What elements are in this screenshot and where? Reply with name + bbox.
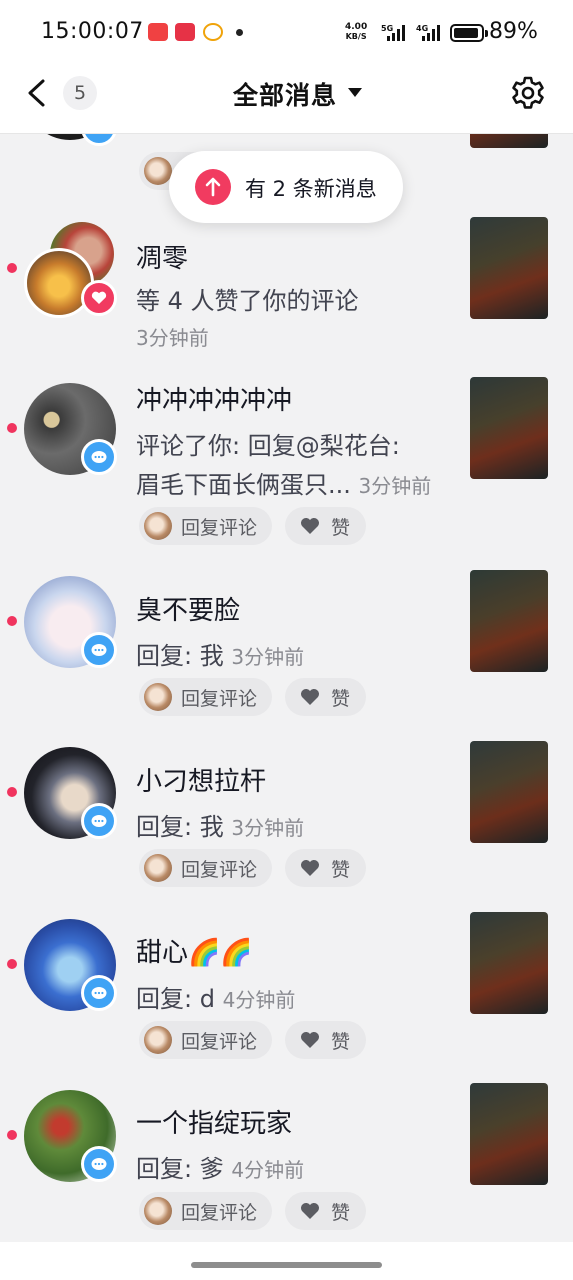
comment-badge-icon (81, 975, 117, 1011)
unread-dot (7, 787, 17, 797)
message-sender[interactable]: 凋零 (136, 238, 188, 275)
my-avatar-icon (144, 512, 172, 540)
video-thumbnail[interactable] (470, 741, 548, 843)
unread-count-badge: 5 (63, 76, 97, 110)
message-content: 回复: 我 3分钟前 (136, 642, 305, 670)
my-avatar-icon (144, 1026, 172, 1054)
battery-percent: 89% (489, 19, 538, 44)
weibo-app-icon (203, 23, 223, 41)
video-thumbnail[interactable] (470, 1083, 548, 1185)
unread-dot (7, 616, 17, 626)
comment-badge-icon (81, 1146, 117, 1182)
reply-comment-button[interactable]: 回复评论 (139, 1021, 272, 1059)
video-thumbnail[interactable] (470, 134, 548, 148)
svg-text:5G: 5G (381, 24, 393, 33)
message-content: 等 4 人赞了你的评论 (136, 287, 359, 315)
chevron-down-icon[interactable] (348, 88, 362, 97)
shop-app-icon (175, 23, 195, 41)
page-title[interactable]: 全部消息 (233, 76, 337, 112)
message-time: 3分钟前 (136, 326, 209, 350)
toutiao-app-icon (148, 23, 168, 41)
comment-badge-icon (81, 134, 117, 146)
svg-text:4G: 4G (416, 24, 428, 33)
arrow-up-icon (195, 169, 231, 205)
like-button[interactable]: 赞 (285, 1021, 366, 1059)
message-content: 评论了你: 回复@梨花台: (136, 432, 400, 460)
message-content: 眉毛下面长俩蛋只... 3分钟前 (136, 471, 432, 499)
message-sender[interactable]: 冲冲冲冲冲冲 (136, 380, 292, 417)
comment-badge-icon (81, 439, 117, 475)
message-time: 3分钟前 (358, 474, 432, 498)
video-thumbnail[interactable] (470, 912, 548, 1014)
reply-comment-button[interactable]: 回复评论 (139, 849, 272, 887)
heart-badge-icon (81, 280, 117, 316)
my-avatar-icon (144, 157, 172, 185)
like-button[interactable]: 赞 (285, 1192, 366, 1230)
heart-icon (301, 1203, 319, 1219)
message-content: 回复: 爹 4分钟前 (136, 1155, 305, 1183)
battery-icon (450, 24, 488, 42)
unread-dot (7, 263, 17, 273)
toast-text: 有 2 条新消息 (245, 177, 377, 201)
reply-comment-button[interactable]: 回复评论 (139, 1192, 272, 1230)
comment-badge-icon (81, 632, 117, 668)
nav-bar: 5 全部消息 (0, 66, 573, 134)
like-button[interactable]: 赞 (285, 507, 366, 545)
comment-badge-icon (81, 803, 117, 839)
message-sender[interactable]: 甜心🌈🌈 (136, 932, 253, 969)
message-list[interactable]: 回复评论 凋零 等 4 人赞了你的评论 3分钟前 冲冲冲冲冲冲 评论了你: 回复… (0, 134, 573, 1242)
message-time: 4分钟前 (222, 988, 296, 1012)
status-time: 15:00:07 (41, 19, 144, 44)
back-icon[interactable] (24, 78, 52, 108)
unread-dot (7, 423, 17, 433)
heart-icon (301, 860, 319, 876)
network-speed: 4.00 KB/S (345, 22, 368, 42)
message-time: 4分钟前 (231, 1158, 305, 1182)
like-button[interactable]: 赞 (285, 849, 366, 887)
gear-icon[interactable] (510, 75, 546, 111)
message-time: 3分钟前 (231, 816, 305, 840)
like-button[interactable]: 赞 (285, 678, 366, 716)
heart-icon (301, 518, 319, 534)
my-avatar-icon (144, 683, 172, 711)
my-avatar-icon (144, 1197, 172, 1225)
message-content: 回复: d 4分钟前 (136, 985, 296, 1013)
message-sender[interactable]: 臭不要脸 (136, 590, 240, 627)
home-indicator (0, 1242, 573, 1280)
unread-dot (7, 959, 17, 969)
video-thumbnail[interactable] (470, 570, 548, 672)
message-sender[interactable]: 一个指绽玩家 (136, 1103, 292, 1140)
heart-icon (301, 689, 319, 705)
heart-icon (301, 1032, 319, 1048)
message-content: 回复: 我 3分钟前 (136, 813, 305, 841)
notification-dot (236, 29, 243, 36)
my-avatar-icon (144, 854, 172, 882)
message-time: 3分钟前 (231, 645, 305, 669)
status-bar: 15:00:07 4.00 KB/S 5G 4G 89% (0, 0, 573, 66)
reply-comment-button[interactable]: 回复评论 (139, 678, 272, 716)
message-sender[interactable]: 小刁想拉杆 (136, 761, 266, 798)
video-thumbnail[interactable] (470, 217, 548, 319)
unread-dot (7, 1130, 17, 1140)
signal-5g-icon: 5G (381, 24, 405, 41)
reply-comment-button[interactable]: 回复评论 (139, 507, 272, 545)
new-messages-toast[interactable]: 有 2 条新消息 (169, 151, 403, 223)
video-thumbnail[interactable] (470, 377, 548, 479)
signal-4g-icon: 4G (416, 24, 440, 41)
